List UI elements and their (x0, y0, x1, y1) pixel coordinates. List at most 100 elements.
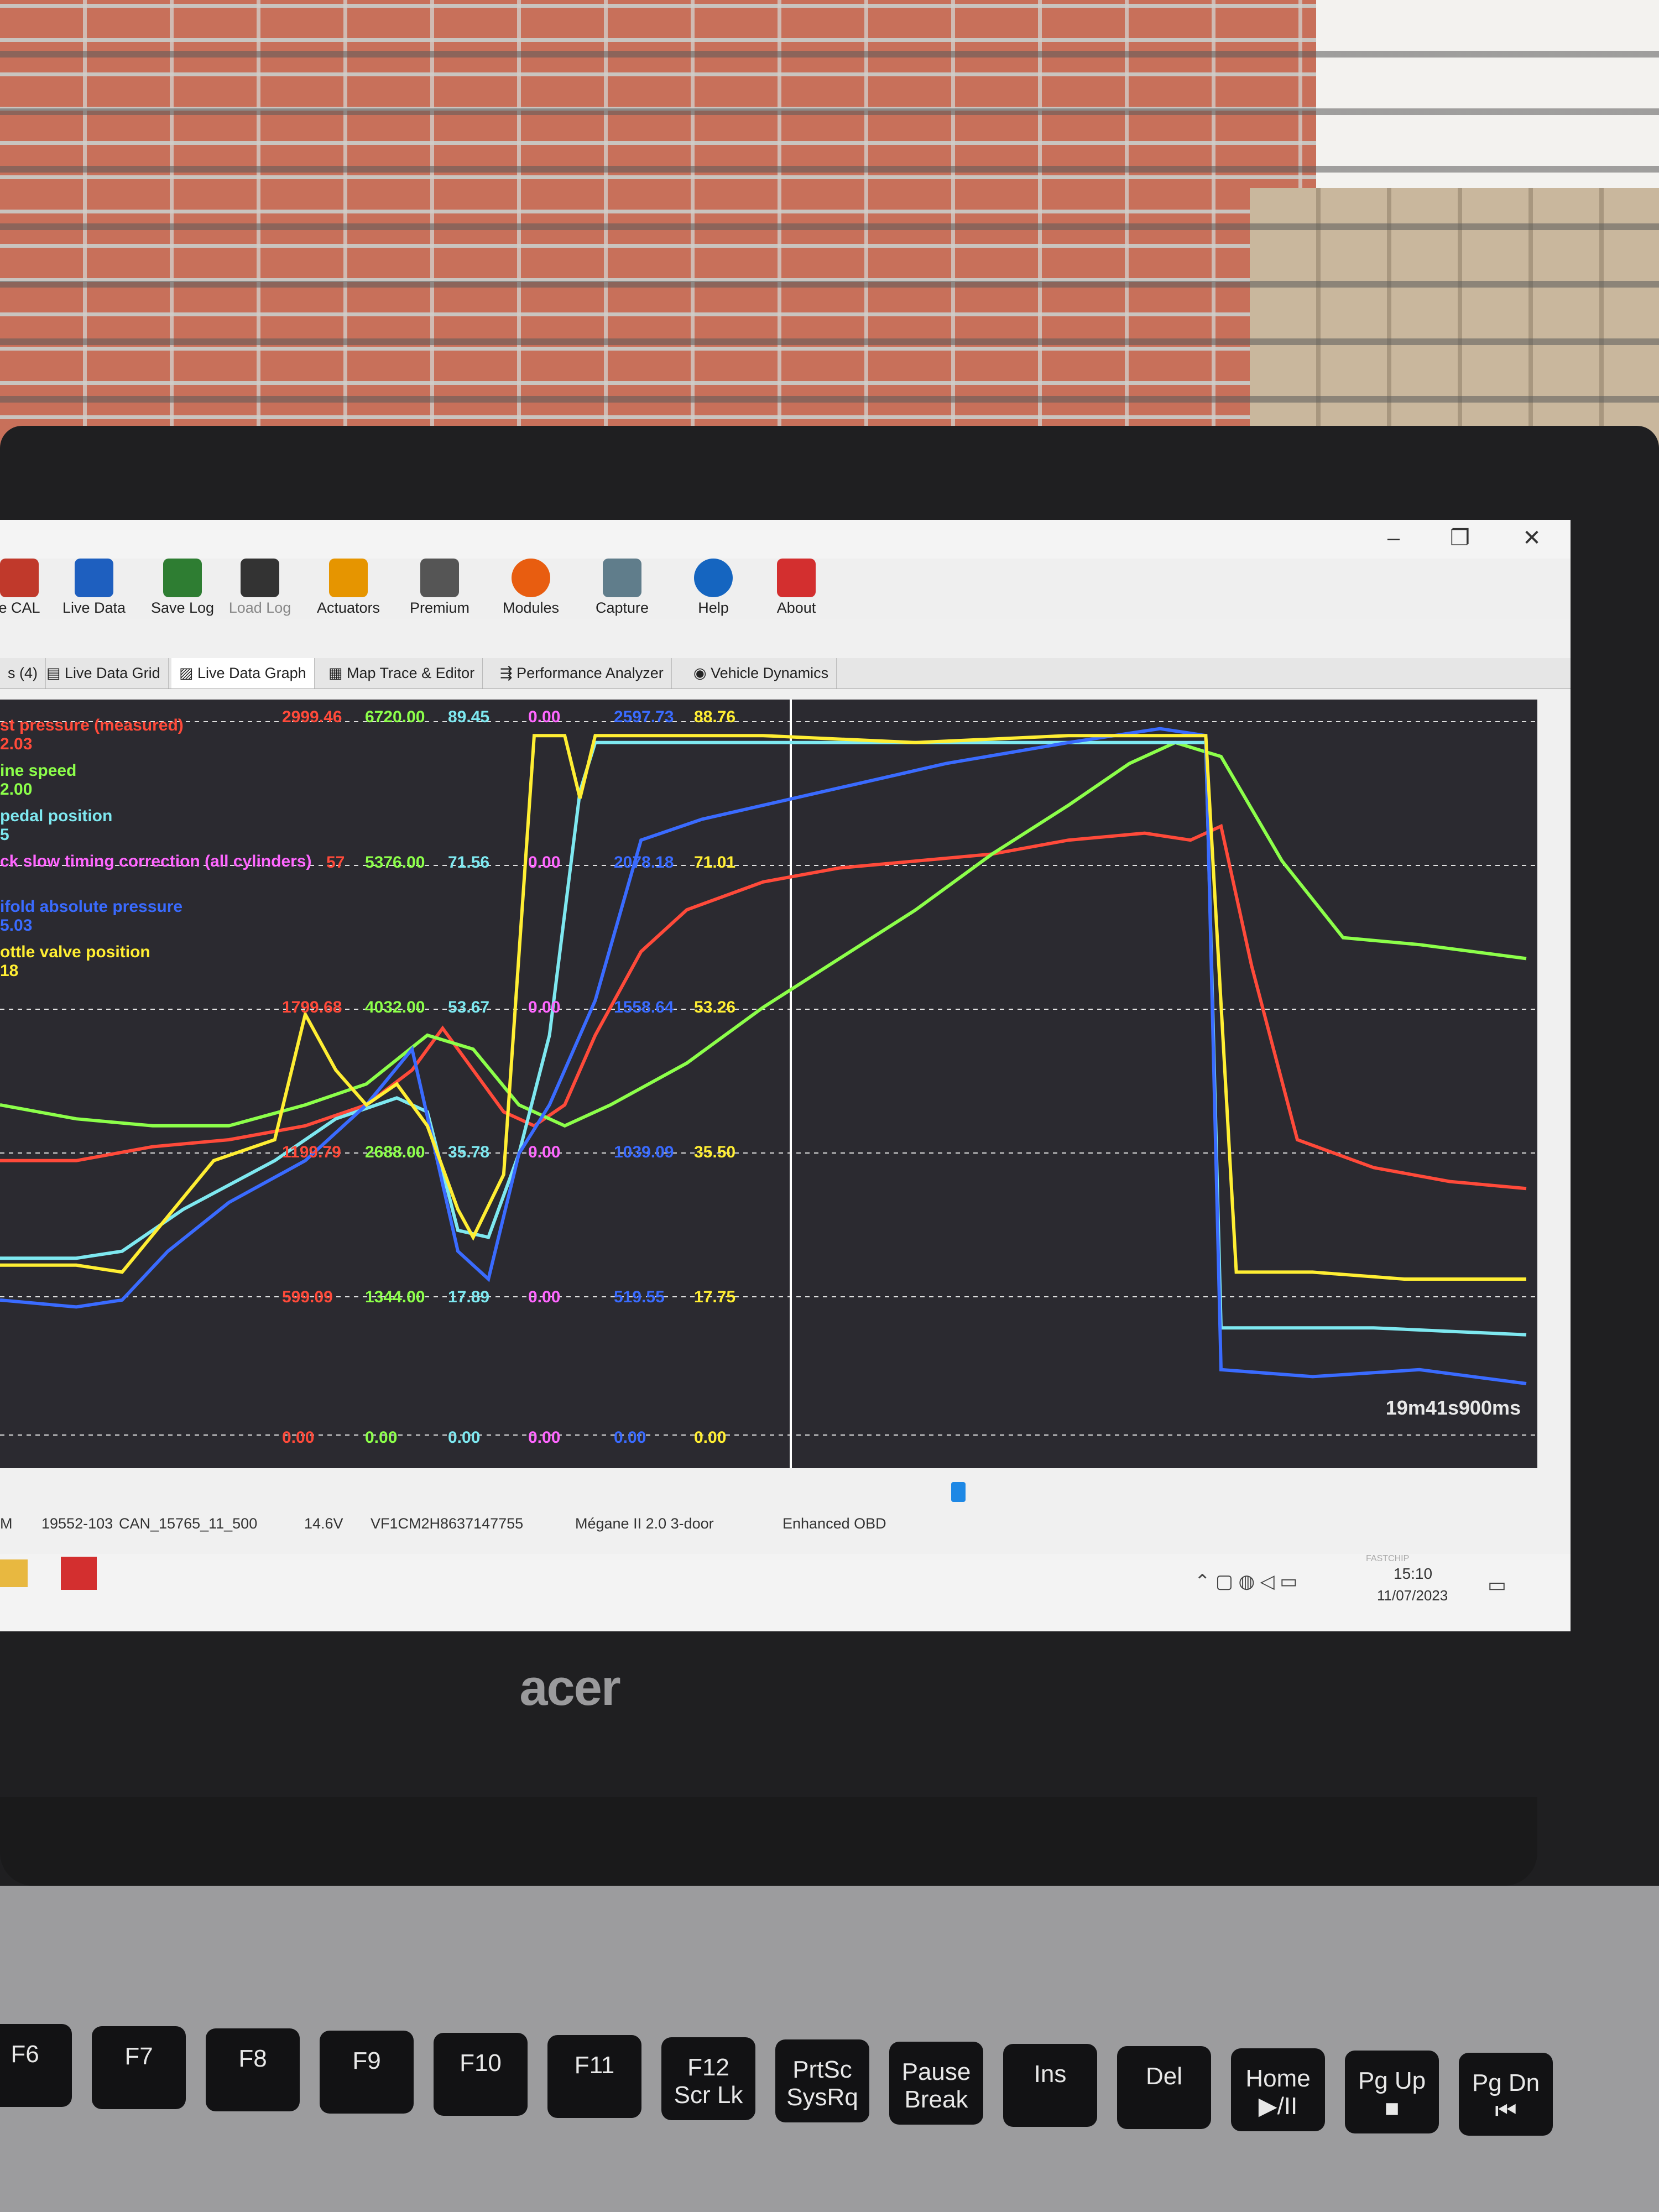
cal-chip-icon (0, 559, 39, 597)
key[interactable]: F9 (320, 2031, 414, 2114)
scale-value: 53.26 (694, 998, 736, 1016)
legend-knock-timing[interactable]: ck slow timing correction (all cylinders… (0, 852, 311, 871)
key[interactable]: F10 (434, 2033, 528, 2116)
key-top-label: PrtSc (792, 2056, 852, 2083)
restore-button[interactable]: ❐ (1438, 524, 1482, 552)
laptop-screen: – ❐ ✕ e CAL Live Data Save Log Load Log … (0, 520, 1571, 1631)
key-top-label: Pg Up (1358, 2067, 1426, 2094)
laptop-hinge (0, 1797, 1537, 1886)
key[interactable]: Pg Dn ⏮ (1459, 2053, 1553, 2136)
toolbar-button-modules[interactable]: Modules (498, 559, 564, 619)
scale-value: 4032.00 (365, 998, 425, 1016)
scale-value: 2688.00 (365, 1143, 425, 1161)
status-protocol: Enhanced OBD (782, 1515, 886, 1532)
key[interactable]: Home ▶/II (1231, 2048, 1325, 2131)
toolbar-button-help[interactable]: Help (680, 559, 747, 619)
scale-value: 5376.00 (365, 853, 425, 872)
key-top-label: F9 (352, 2047, 381, 2074)
app-taskbar-icon[interactable] (61, 1557, 97, 1590)
legend-pedal-position[interactable]: pedal position 5 (0, 807, 112, 844)
series-line-rpm (0, 740, 1527, 1128)
key-top-label: F10 (460, 2049, 502, 2077)
scale-value: 6720.00 (365, 708, 425, 726)
toolbar-button-actuators[interactable]: Actuators (315, 559, 382, 619)
scale-value: 0.00 (614, 1428, 646, 1447)
key-top-label: F7 (124, 2043, 153, 2070)
scale-value: 17.75 (694, 1288, 736, 1306)
toolbar-button-cal[interactable]: e CAL (0, 559, 50, 619)
tray-icons[interactable]: ⌃ ▢ ◍ ◁ ▭ (1194, 1571, 1297, 1593)
key[interactable]: F11 (547, 2035, 641, 2118)
tab-bar: s (4) ▤ Live Data Grid ▨ Live Data Graph… (0, 658, 1571, 689)
scale-value: 2999.46 (282, 708, 342, 726)
file-explorer-icon[interactable] (0, 1559, 28, 1587)
key[interactable]: F8 (206, 2028, 300, 2111)
status-mode: M (0, 1515, 13, 1532)
key[interactable]: F7 (92, 2026, 186, 2109)
vehicle-dynamics-icon: ◉ (693, 665, 711, 681)
actuators-icon (329, 559, 368, 597)
key[interactable]: Ins (1003, 2044, 1097, 2127)
live-data-graph[interactable]: st pressure (measured) 2.03 ine speed 2.00… (0, 700, 1537, 1468)
title-bar: – ❐ ✕ (0, 520, 1571, 559)
help-icon (694, 559, 733, 597)
status-voltage: 14.6V (304, 1515, 343, 1532)
modules-gear-icon (512, 559, 550, 597)
toolbar-button-load-log[interactable]: Load Log (227, 559, 293, 619)
key-top-label: F8 (238, 2045, 267, 2072)
notification-icon[interactable]: ▭ (1488, 1573, 1506, 1597)
key[interactable]: Pause Break (889, 2042, 983, 2125)
toolbar-button-about[interactable]: About (763, 559, 830, 619)
key[interactable]: F12 Scr Lk (661, 2037, 755, 2120)
map-icon: ▦ (328, 665, 347, 681)
tab-map-trace-editor[interactable]: ▦ Map Trace & Editor (321, 658, 483, 688)
about-icon (777, 559, 816, 597)
performance-icon: ⇶ (500, 665, 517, 681)
legend-engine-speed[interactable]: ine speed 2.00 (0, 761, 76, 799)
tab-vehicle-dynamics[interactable]: ◉ Vehicle Dynamics (686, 658, 837, 688)
toolbar-button-premium[interactable]: Premium (406, 559, 473, 619)
scale-value: 1558.64 (614, 998, 674, 1016)
scale-value: 0.00 (448, 1428, 481, 1447)
scale-value: 35.78 (448, 1143, 490, 1161)
key-top-label: F6 (11, 2041, 39, 2068)
tab-performance-analyzer[interactable]: ⇶ Performance Analyzer (492, 658, 672, 688)
key-top-label: F12 (687, 2054, 729, 2081)
grid-icon: ▤ (46, 665, 65, 681)
status-vehicle: Mégane II 2.0 3-door (575, 1515, 714, 1532)
minimize-button[interactable]: – (1371, 524, 1416, 552)
toolbar-button-capture[interactable]: Capture (589, 559, 655, 619)
key[interactable]: Pg Up ■ (1345, 2051, 1439, 2133)
status-calibration: CAN_15765_11_500 (119, 1515, 258, 1532)
scale-value: 1039.09 (614, 1143, 674, 1161)
scale-value: 1344.00 (365, 1288, 425, 1306)
laptop-brand-logo: acer (519, 1660, 620, 1716)
legend-boost[interactable]: st pressure (measured) 2.03 (0, 716, 184, 754)
toolbar-button-live-data[interactable]: Live Data (61, 559, 127, 619)
key[interactable]: Del (1117, 2046, 1211, 2129)
key-top-label: F11 (574, 2052, 615, 2079)
tab-live-data-graph[interactable]: ▨ Live Data Graph (171, 658, 315, 688)
timeline-slider-handle[interactable] (951, 1482, 966, 1502)
scale-value: 89.45 (448, 708, 490, 726)
scale-value: 519.55 (614, 1288, 665, 1306)
status-bar: M 19552-103 CAN_15765_11_500 14.6V VF1CM… (0, 1515, 1571, 1554)
key[interactable]: PrtSc SysRq (775, 2039, 869, 2122)
scale-value: 0.00 (528, 1143, 561, 1161)
toolbar-button-save-log[interactable]: Save Log (149, 559, 216, 619)
scale-value: 71.01 (694, 853, 736, 872)
key-bottom-label: SysRq (786, 2084, 858, 2111)
close-button[interactable]: ✕ (1510, 524, 1554, 552)
legend-map[interactable]: ifold absolute pressure 5.03 (0, 898, 182, 935)
key-bottom-label: ▶/II (1258, 2093, 1298, 2120)
legend-throttle[interactable]: ottle valve position 18 (0, 943, 150, 980)
scale-value: 0.00 (282, 1428, 315, 1447)
key-top-label: Pause (901, 2058, 971, 2085)
tab-live-data-grid[interactable]: ▤ Live Data Grid (39, 658, 169, 688)
scale-value: 0.00 (365, 1428, 398, 1447)
series-line-pedal (0, 740, 1527, 1337)
series-line-map (0, 727, 1527, 1385)
save-log-icon (163, 559, 202, 597)
key[interactable]: F6 (0, 2024, 72, 2107)
cursor-time-label: 19m41s900ms (1385, 1396, 1521, 1419)
